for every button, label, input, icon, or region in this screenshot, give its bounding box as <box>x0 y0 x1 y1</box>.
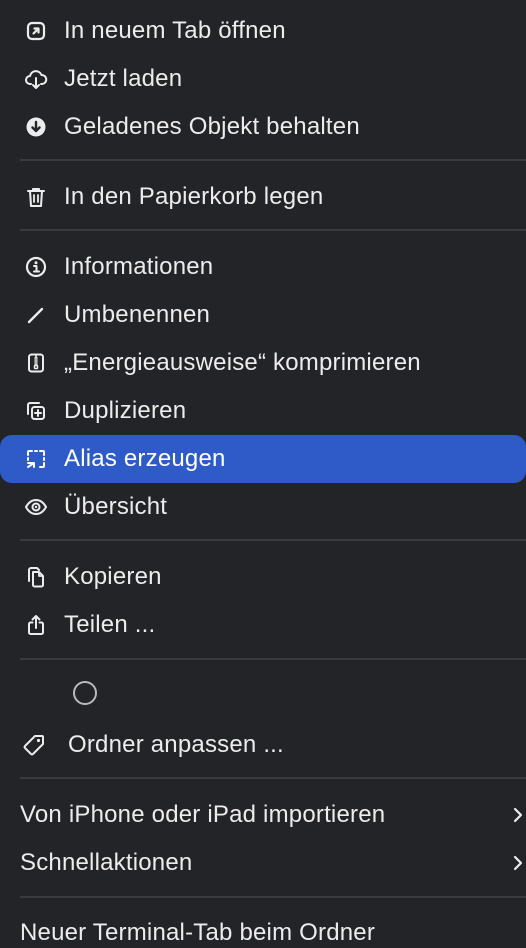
menu-item-label: Jetzt laden <box>64 65 183 92</box>
menu-item-open-in-new-tab[interactable]: In neuem Tab öffnen <box>0 7 526 55</box>
menu-item-label: Neuer Terminal-Tab beim Ordner <box>20 919 376 946</box>
menu-separator <box>20 658 526 660</box>
chevron-right-icon <box>510 851 526 875</box>
alias-arrow-icon <box>24 447 48 471</box>
menu-item-copy[interactable]: Kopieren <box>0 553 526 601</box>
menu-item-label: Geladenes Objekt behalten <box>64 113 360 140</box>
menu-item-label: Alias erzeugen <box>64 445 226 472</box>
menu-item-quick-actions[interactable]: Schnellaktionen <box>0 839 526 887</box>
pencil-icon <box>24 303 48 327</box>
menu-item-share[interactable]: Teilen ... <box>0 601 526 649</box>
doc-on-doc-icon <box>24 565 48 589</box>
menu-separator <box>20 159 526 161</box>
plus-square-on-square-icon <box>24 399 48 423</box>
menu-item-move-to-trash[interactable]: In den Papierkorb legen <box>0 173 526 221</box>
arrow-down-circle-icon <box>24 115 48 139</box>
menu-item-duplicate[interactable]: Duplizieren <box>0 387 526 435</box>
menu-item-keep-downloaded[interactable]: Geladenes Objekt behalten <box>0 103 526 151</box>
menu-separator <box>20 777 526 779</box>
cloud-download-icon <box>24 67 48 91</box>
menu-item-compress[interactable]: „Energieausweise“ komprimieren <box>0 339 526 387</box>
share-icon <box>24 613 48 637</box>
menu-item-import-from-iphone[interactable]: Von iPhone oder iPad importieren <box>0 791 526 839</box>
menu-item-label: Ordner anpassen ... <box>68 731 284 758</box>
arrow-up-right-square-icon <box>24 19 48 43</box>
menu-item-rename[interactable]: Umbenennen <box>0 291 526 339</box>
menu-item-get-info[interactable]: Informationen <box>0 243 526 291</box>
menu-item-label: Kopieren <box>64 563 162 590</box>
menu-item-make-alias[interactable]: Alias erzeugen <box>0 435 526 483</box>
menu-item-label: „Energieausweise“ komprimieren <box>64 349 421 376</box>
menu-item-download-now[interactable]: Jetzt laden <box>0 55 526 103</box>
menu-item-label: In neuem Tab öffnen <box>64 17 286 44</box>
menu-item-label: Umbenennen <box>64 301 211 328</box>
menu-item-label: Duplizieren <box>64 397 187 424</box>
menu-item-label: Teilen ... <box>64 611 156 638</box>
eye-icon <box>24 495 48 519</box>
trash-icon <box>24 185 48 209</box>
menu-item-label: Von iPhone oder iPad importieren <box>20 801 386 828</box>
zip-archive-icon <box>24 351 48 375</box>
menu-item-label: Informationen <box>64 253 214 280</box>
menu-item-label: In den Papierkorb legen <box>64 183 324 210</box>
menu-item-quick-look[interactable]: Übersicht <box>0 483 526 531</box>
menu-separator <box>20 539 526 541</box>
tag-icon <box>22 733 46 757</box>
menu-item-new-terminal-tab[interactable]: Neuer Terminal-Tab beim Ordner <box>0 909 526 948</box>
info-circle-icon <box>24 255 48 279</box>
chevron-right-icon <box>510 803 526 827</box>
context-menu: In neuem Tab öffnen Jetzt laden Geladene… <box>0 0 526 948</box>
menu-item-label: Übersicht <box>64 493 168 520</box>
menu-item-label: Schnellaktionen <box>20 849 193 876</box>
tag-color-circle[interactable] <box>73 681 97 705</box>
menu-item-customize-folder[interactable]: Ordner anpassen ... <box>0 721 526 769</box>
menu-separator <box>20 896 526 898</box>
menu-separator <box>20 229 526 231</box>
